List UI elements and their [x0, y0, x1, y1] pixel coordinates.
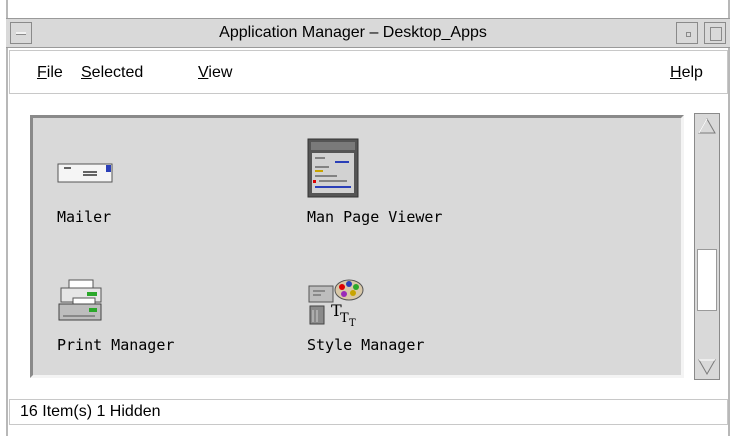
- minimize-icon: [686, 32, 691, 37]
- app-label-style-manager: Style Manager: [307, 336, 425, 354]
- maximize-button[interactable]: [704, 22, 726, 44]
- menu-help-label: elp: [681, 64, 703, 81]
- app-item-print-manager[interactable]: Print Manager: [57, 278, 257, 368]
- menu-help[interactable]: Help: [670, 64, 703, 82]
- menu-view-label: iew: [208, 64, 233, 81]
- svg-text:T: T: [340, 311, 349, 326]
- window-menu-icon: [16, 32, 26, 35]
- app-label-mailer: Mailer: [57, 208, 112, 226]
- menu-bar: File Selected View Help: [9, 50, 728, 94]
- app-item-man-page-viewer[interactable]: Man Page Viewer: [307, 138, 507, 238]
- svg-text:T: T: [349, 318, 356, 328]
- app-item-style-manager[interactable]: T T T Style Manager: [307, 278, 507, 368]
- minimize-button[interactable]: [676, 22, 698, 44]
- vertical-scrollbar[interactable]: [694, 113, 720, 380]
- menu-view-mnemonic: V: [198, 64, 209, 81]
- window-title: Application Manager – Desktop_Apps: [219, 24, 487, 41]
- menu-selected-mnemonic: S: [81, 64, 92, 81]
- menu-selected-label: elected: [91, 64, 144, 81]
- menu-help-mnemonic: H: [670, 64, 682, 81]
- menu-file-mnemonic: F: [37, 64, 47, 81]
- menu-file-label: ile: [46, 64, 63, 81]
- maximize-icon: [710, 27, 722, 41]
- print-manager-icon: [58, 279, 102, 321]
- scrollbar-thumb[interactable]: [697, 249, 717, 311]
- scroll-down-arrow-icon[interactable]: [697, 357, 717, 377]
- mailer-icon: [57, 163, 113, 183]
- status-text: 16 Item(s) 1 Hidden: [20, 403, 161, 420]
- menu-file[interactable]: File: [37, 64, 63, 82]
- scroll-up-arrow-icon[interactable]: [697, 116, 717, 136]
- status-bar: 16 Item(s) 1 Hidden: [9, 399, 728, 425]
- menu-view[interactable]: View: [198, 64, 232, 82]
- app-icon-view[interactable]: Mailer Man Page Viewer Print Manager T T…: [30, 115, 684, 378]
- style-manager-icon: T T T: [308, 279, 364, 328]
- app-label-print-manager: Print Manager: [57, 336, 175, 354]
- man-page-viewer-icon: [307, 138, 359, 198]
- window-menu-button[interactable]: [10, 22, 32, 44]
- app-item-mailer[interactable]: Mailer: [57, 158, 177, 238]
- app-label-man-page-viewer: Man Page Viewer: [307, 208, 443, 226]
- menu-selected[interactable]: Selected: [81, 64, 143, 82]
- title-bar[interactable]: Application Manager – Desktop_Apps: [6, 18, 730, 48]
